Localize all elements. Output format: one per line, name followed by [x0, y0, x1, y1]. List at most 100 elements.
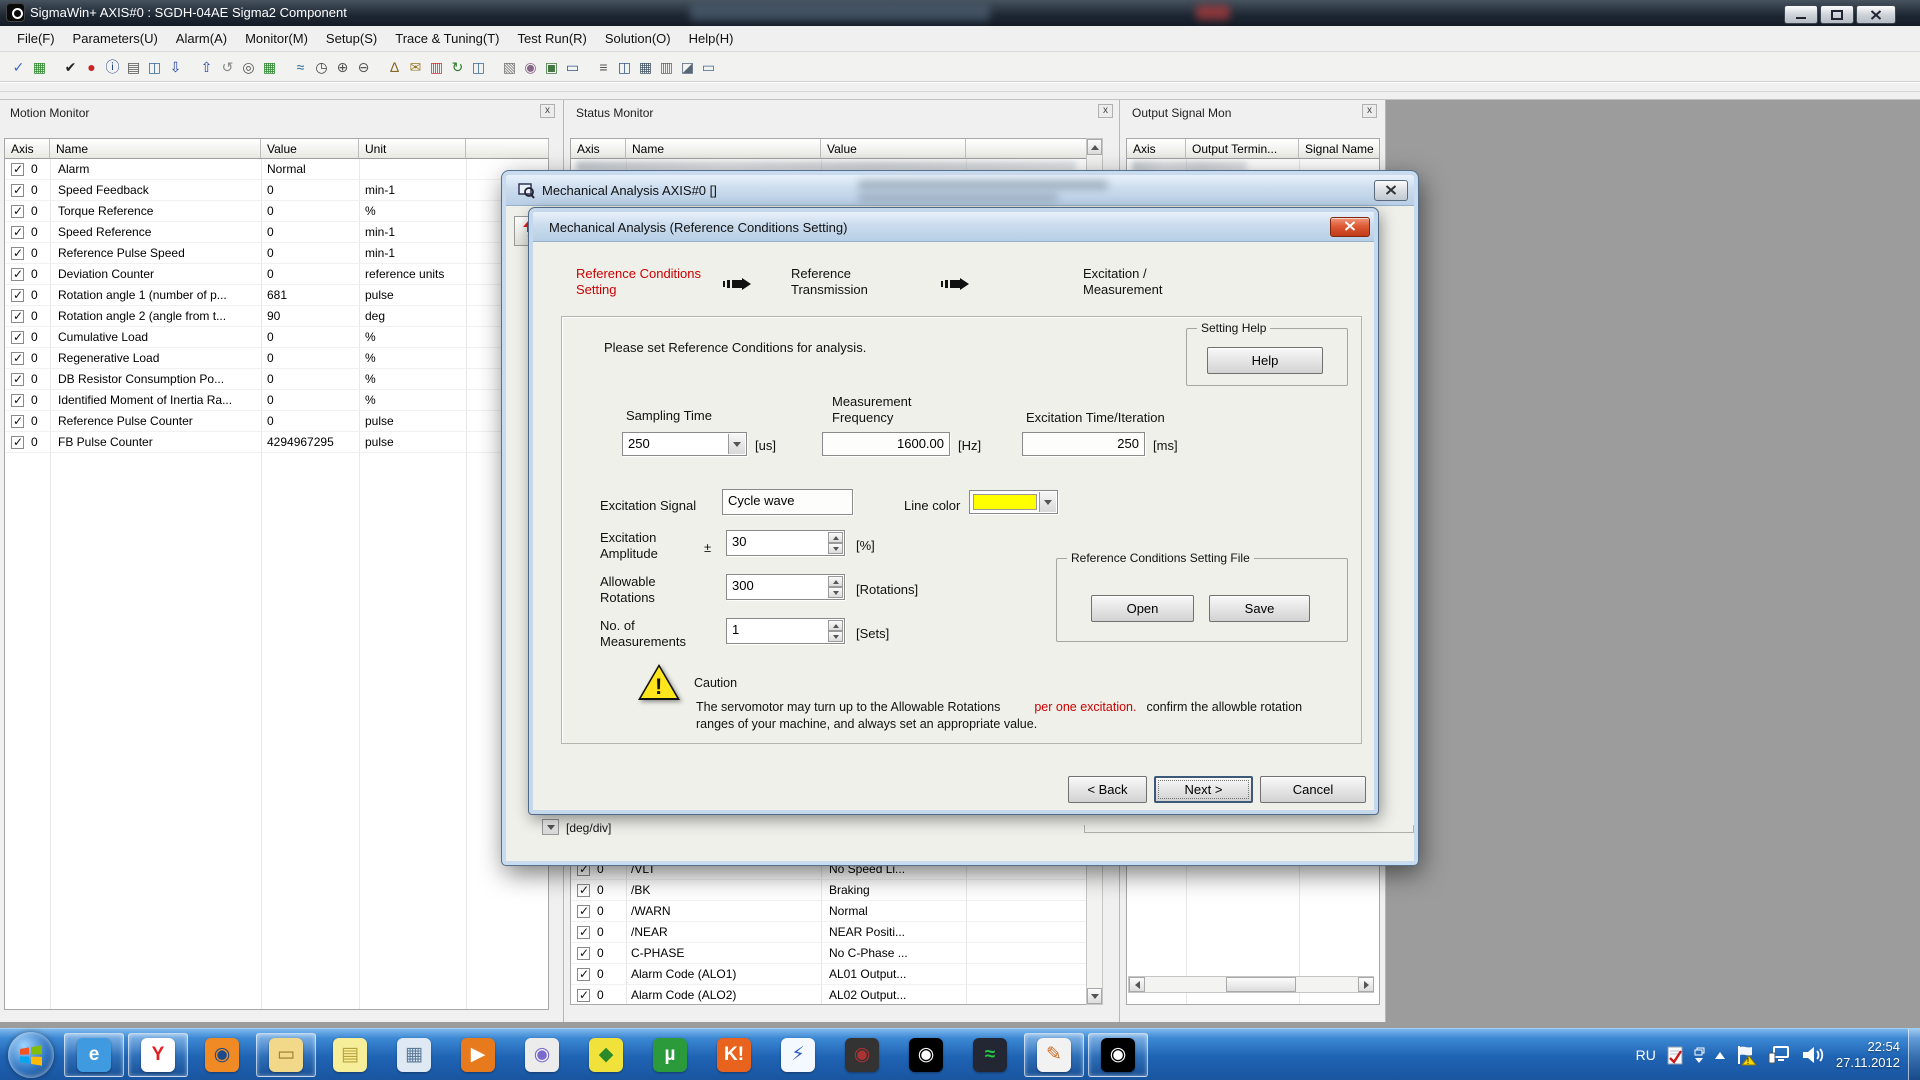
outer-dialog-titlebar[interactable]: Mechanical Analysis AXIS#0 [] — [506, 175, 1414, 206]
row-checkbox[interactable] — [11, 331, 24, 344]
table-row[interactable]: 0 Regenerative Load 0 % — [5, 348, 549, 369]
row-checkbox[interactable] — [577, 989, 590, 1002]
menu-item[interactable]: Setup(S) — [317, 27, 386, 50]
menu-item[interactable]: File(F) — [8, 27, 64, 50]
restore-window-icon[interactable] — [1694, 1047, 1705, 1063]
column-header[interactable]: Value — [261, 139, 359, 159]
row-checkbox[interactable] — [577, 905, 590, 918]
comm-check-icon[interactable]: ✓ — [8, 56, 29, 77]
chevron-down-icon[interactable] — [728, 434, 745, 454]
system-monitor-icon[interactable]: ≈ — [960, 1033, 1020, 1077]
list-icon[interactable]: ≡ — [593, 56, 614, 77]
save-button[interactable]: Save — [1209, 595, 1310, 622]
back-button[interactable]: < Back — [1068, 776, 1147, 803]
row-checkbox[interactable] — [577, 926, 590, 939]
table-row[interactable]: 0 FB Pulse Counter 4294967295 pulse — [5, 432, 549, 453]
layout-icon[interactable]: ◪ — [677, 56, 698, 77]
menu-item[interactable]: Monitor(M) — [236, 27, 317, 50]
calculator-icon[interactable]: ▦ — [384, 1033, 444, 1077]
horizontal-scrollbar[interactable] — [1128, 976, 1374, 993]
yandex-browser-icon[interactable]: Y — [128, 1033, 188, 1077]
punto-switcher-icon[interactable] — [1666, 1045, 1684, 1065]
game-logo-icon[interactable]: ◉ — [832, 1033, 892, 1077]
column-header[interactable]: Unit — [359, 139, 466, 159]
filter-icon[interactable]: ▧ — [499, 56, 520, 77]
column-header[interactable]: Axis — [5, 139, 50, 159]
scroll-up-icon[interactable] — [1087, 139, 1102, 155]
kit-icon[interactable]: K! — [704, 1033, 764, 1077]
zoom-out-icon[interactable]: ⊖ — [353, 56, 374, 77]
scroll-right-icon[interactable] — [1358, 977, 1374, 992]
monitor-read-icon[interactable]: ◫ — [144, 56, 165, 77]
no-of-measurements-input[interactable]: 1 — [726, 618, 845, 644]
spinner-control[interactable] — [828, 532, 843, 554]
photo-viewer-icon[interactable]: ◉ — [512, 1033, 572, 1077]
table-row[interactable]: 0 Torque Reference 0 % — [5, 201, 549, 222]
table-row[interactable]: 0 Speed Feedback 0 min-1 — [5, 180, 549, 201]
column-header[interactable]: Value — [821, 139, 966, 159]
sticky-notes-icon[interactable]: ▤ — [320, 1033, 380, 1077]
minimize-button[interactable] — [1784, 5, 1818, 24]
search-icon[interactable]: ◎ — [238, 56, 259, 77]
panel-close-icon[interactable]: x — [1098, 104, 1113, 118]
chevron-down-icon[interactable] — [1039, 492, 1056, 512]
table-row[interactable]: 0 Deviation Counter 0 reference units — [5, 264, 549, 285]
parameter-table-icon[interactable]: ▦ — [259, 56, 280, 77]
table-row[interactable]: 0 Alarm Normal — [5, 159, 549, 180]
timer-icon[interactable]: ◷ — [311, 56, 332, 77]
row-checkbox[interactable] — [11, 289, 24, 302]
row-checkbox[interactable] — [577, 884, 590, 897]
panel-icon[interactable]: ◫ — [614, 56, 635, 77]
table-row[interactable]: 0 /NEAR NEAR Positi... — [571, 922, 1087, 943]
sampling-time-combo[interactable]: 250 — [622, 432, 747, 456]
trace-icon[interactable]: ≈ — [290, 56, 311, 77]
show-desktop-button[interactable] — [1908, 1029, 1920, 1080]
utorrent-icon[interactable]: µ — [640, 1033, 700, 1077]
menu-item[interactable]: Help(H) — [680, 27, 743, 50]
window-icon[interactable]: ▭ — [562, 56, 583, 77]
row-checkbox[interactable] — [11, 268, 24, 281]
info-icon[interactable]: ⓘ — [102, 56, 123, 77]
windjview-icon[interactable]: ◆ — [576, 1033, 636, 1077]
menu-item[interactable]: Parameters(U) — [64, 27, 167, 50]
network-icon[interactable] — [1767, 1045, 1791, 1065]
outer-close-button[interactable] — [1374, 180, 1408, 201]
column-header[interactable]: Axis — [571, 139, 626, 159]
menu-item[interactable]: Alarm(A) — [167, 27, 236, 50]
sigmawin-active-icon[interactable]: ◉ — [1088, 1033, 1148, 1077]
spinner-control[interactable] — [828, 576, 843, 598]
daemon-tools-icon[interactable]: ⚡ — [768, 1033, 828, 1077]
row-checkbox[interactable] — [11, 205, 24, 218]
jog-icon[interactable]: ↺ — [217, 56, 238, 77]
table-row[interactable]: 0 DB Resistor Consumption Po... 0 % — [5, 369, 549, 390]
open-button[interactable]: Open — [1091, 595, 1194, 622]
capture-icon[interactable]: ▭ — [698, 56, 719, 77]
row-checkbox[interactable] — [577, 947, 590, 960]
maximize-button[interactable] — [1820, 5, 1854, 24]
menu-item[interactable]: Test Run(R) — [509, 27, 596, 50]
excitation-amplitude-input[interactable]: 30 — [726, 530, 845, 556]
verify-icon[interactable]: ✔ — [60, 56, 81, 77]
column-header[interactable]: Name — [626, 139, 821, 159]
save-to-servo-icon[interactable]: ⇩ — [165, 56, 186, 77]
table-icon[interactable]: ▣ — [541, 56, 562, 77]
table-row[interactable]: 0 Alarm Code (ALO2) AL02 Output... — [571, 985, 1087, 1006]
action-center-flag-icon[interactable]: ! — [1735, 1044, 1757, 1066]
spinner-control[interactable] — [828, 620, 843, 642]
row-checkbox[interactable] — [11, 415, 24, 428]
dialog-close-button[interactable] — [1330, 217, 1370, 237]
grid-icon[interactable]: ▦ — [635, 56, 656, 77]
paint-icon[interactable]: ✎ — [1024, 1033, 1084, 1077]
keyboard-layout-indicator[interactable]: RU — [1636, 1047, 1656, 1063]
row-checkbox[interactable] — [11, 352, 24, 365]
start-button[interactable] — [8, 1032, 54, 1078]
show-hidden-icons[interactable] — [1715, 1052, 1725, 1059]
scope-icon[interactable]: ◫ — [468, 56, 489, 77]
row-checkbox[interactable] — [11, 226, 24, 239]
tuning-icon[interactable]: ∆ — [384, 56, 405, 77]
print-icon[interactable]: ▤ — [123, 56, 144, 77]
cancel-button[interactable]: Cancel — [1260, 776, 1366, 803]
volume-icon[interactable] — [1801, 1045, 1825, 1065]
column-header[interactable]: Signal Name — [1299, 139, 1380, 159]
column-header[interactable]: Axis — [1127, 139, 1186, 159]
